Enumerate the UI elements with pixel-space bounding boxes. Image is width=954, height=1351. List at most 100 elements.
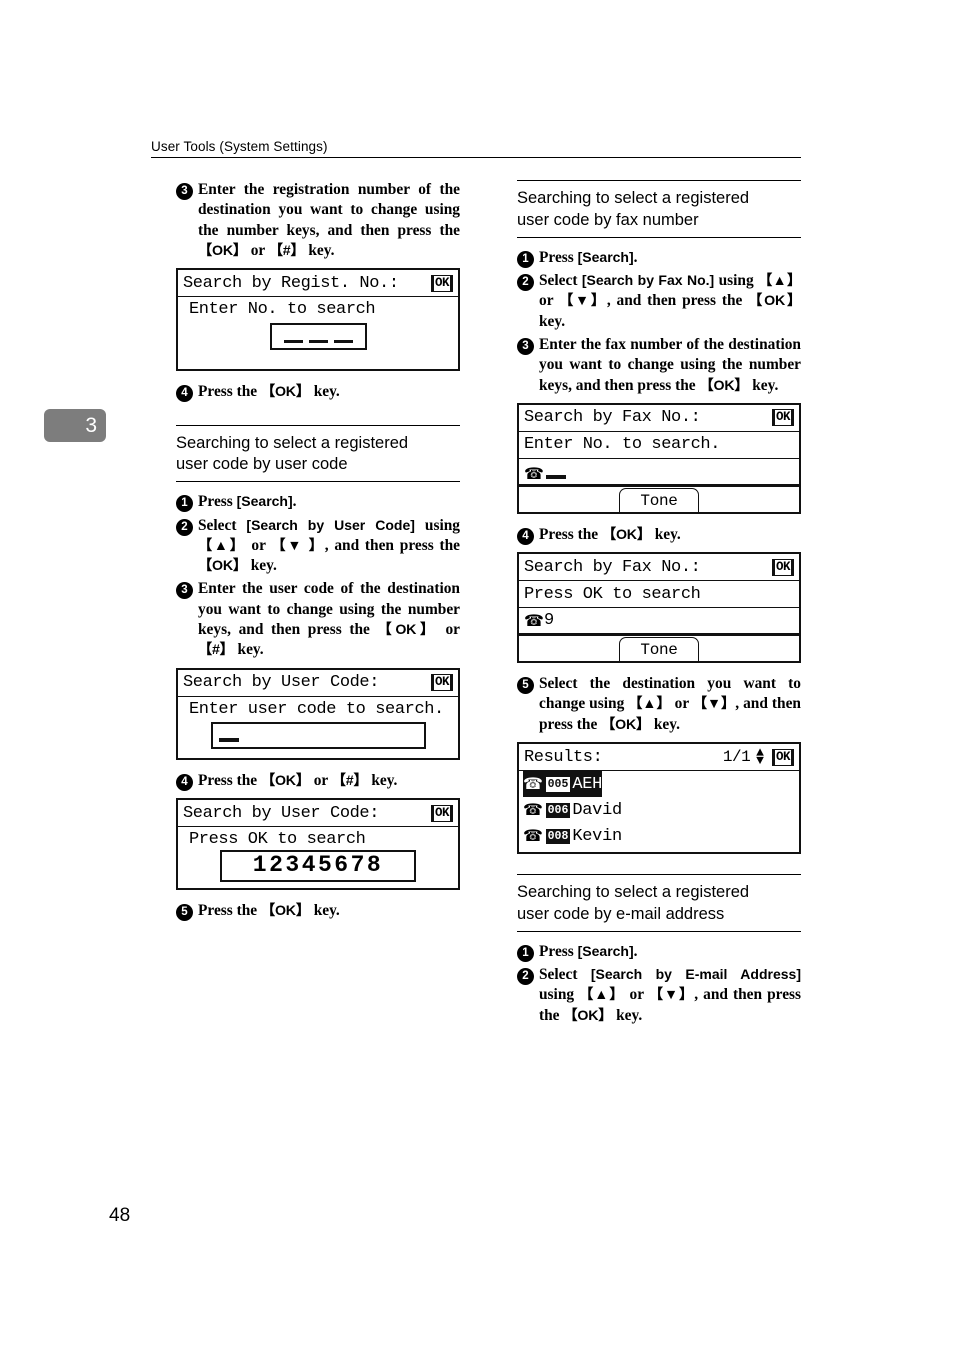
section-title: Searching to select a registered user co… (517, 882, 801, 931)
input-cursor (545, 475, 566, 479)
step-text: Press the 【OK】 key. (198, 901, 460, 921)
running-head-text: User Tools (System Settings) (151, 139, 328, 154)
key-down-arrow: 【▼】 (648, 987, 695, 1004)
step-text-or: or (245, 536, 272, 554)
step-text-end: key. (612, 1006, 643, 1024)
result-row[interactable]: ☎ 006 David (519, 797, 799, 823)
lcd-search-by-user-code-entry: Search by User Code: OK Enter user code … (176, 667, 460, 760)
chapter-tab-number: 3 (85, 413, 97, 437)
step-text-mid2: , and then press the (606, 292, 749, 310)
phone-icon: ☎ (524, 463, 544, 483)
lcd-prompt: Enter No. to search. (524, 435, 721, 455)
lcd-ok-button[interactable]: OK (771, 748, 794, 766)
step-number: 5 (517, 677, 534, 695)
lcd-input-field[interactable] (269, 323, 367, 351)
section-rule (176, 481, 460, 483)
key-hash: 【#】 (331, 772, 368, 789)
step-text: Enter the registration number of the des… (198, 180, 460, 261)
step-text-or: or (309, 771, 332, 789)
step-item: 5 Press the 【OK】 key. (176, 901, 460, 922)
step-text-end: key. (309, 383, 340, 401)
step-text-end: . (633, 942, 638, 960)
input-placeholder-dash (283, 339, 303, 344)
lcd-value-field: 12345678 (220, 850, 416, 883)
step-text-part: Select (539, 966, 591, 983)
key-ok: 【OK】 (198, 558, 247, 575)
lcd-softkey-row: Tone (519, 635, 799, 662)
step-text-or: or (437, 621, 460, 639)
step-text: Enter the user code of the destination y… (198, 579, 460, 660)
result-row-selected[interactable]: ☎ 005 AEH (523, 771, 602, 798)
lcd-ok-button[interactable]: OK (771, 558, 794, 576)
results-row-wrapper: ☎ 005 AEH (519, 771, 799, 798)
step-text-part: Press the (198, 383, 261, 401)
key-down-arrow: 【▼ 】 (271, 537, 325, 554)
lcd-title-row: Search by User Code: OK (178, 670, 458, 697)
ui-key-search: [Search] (577, 248, 634, 265)
key-ok: 【OK】 (563, 1007, 613, 1024)
softkey-tone[interactable]: Tone (619, 637, 699, 662)
lcd-title: Search by User Code: (183, 673, 380, 693)
step-text: Enter the fax number of the destination … (539, 335, 801, 396)
step-text-part: Select (198, 516, 247, 534)
result-name: David (572, 800, 622, 820)
step-text-or: or (624, 986, 649, 1004)
section-title: Searching to select a registered user co… (176, 433, 460, 482)
lcd-title: Search by Regist. No.: (183, 273, 399, 293)
step-text-end: key. (233, 641, 264, 659)
step-text: Select the destination you want to chang… (539, 674, 801, 735)
lcd-ok-button[interactable]: OK (771, 409, 794, 427)
lcd-user-code-value: 12345678 (252, 851, 384, 878)
softkey-tone[interactable]: Tone (619, 487, 699, 512)
step-text: Press the 【OK】 key. (198, 382, 460, 402)
step-text: Press [Search]. (539, 942, 801, 962)
lcd-prompt: Press OK to search (524, 584, 701, 604)
step-number: 1 (517, 944, 534, 962)
lcd-search-by-fax-no-result: Search by Fax No.: OK Press OK to search… (517, 552, 801, 664)
running-header: User Tools (System Settings) (151, 139, 801, 158)
step-text: Press the 【OK】 key. (539, 525, 801, 545)
section-rule (517, 930, 801, 932)
lcd-ok-button[interactable]: OK (430, 674, 453, 692)
lcd-search-by-fax-no-entry: Search by Fax No.: OK Enter No. to searc… (517, 402, 801, 514)
step-text-end: key. (304, 241, 335, 259)
key-ok: 【OK】 (699, 377, 749, 394)
lcd-input-field[interactable] (210, 721, 426, 749)
key-ok: 【OK】 (198, 242, 247, 259)
step-text-end: key. (539, 312, 566, 330)
step-text-part: Press (539, 248, 578, 266)
step-number: 3 (176, 183, 193, 200)
step-text-or: or (539, 292, 560, 310)
section-title-line: Searching to select a registered (517, 189, 750, 207)
page-number: 48 (109, 1205, 131, 1226)
lcd-search-by-regist-no: Search by Regist. No.: OK Enter No. to s… (176, 268, 460, 372)
lcd-title-row: Search by Fax No.: OK (519, 554, 799, 582)
step-item: 1 Press [Search]. (517, 942, 801, 962)
step-text-part: Press the (198, 902, 261, 920)
step-text-part: Press (539, 942, 578, 960)
key-up-arrow: 【▲】 (198, 537, 246, 554)
ui-key-search: [Search] (236, 493, 293, 510)
lcd-body: Enter No. to search (178, 297, 458, 355)
lcd-ok-button[interactable]: OK (430, 804, 453, 822)
step-item: 3 Enter the user code of the destination… (176, 579, 460, 660)
lcd-fax-value-row: ☎ 9 (519, 608, 799, 636)
step-item: 2 Select [Search by E-mail Address] usin… (517, 965, 801, 1026)
step-item: 2 Select [Search by User Code] using 【▲】… (176, 516, 460, 577)
step-text-end: . (633, 248, 638, 266)
step-text-end: . (292, 493, 297, 511)
section-user-code: Searching to select a registered user co… (176, 424, 460, 483)
result-row[interactable]: ☎ 008 Kevin (519, 823, 799, 849)
lcd-fax-input-row[interactable]: ☎ (519, 459, 799, 486)
step-text-end: key. (367, 771, 398, 789)
step-item: 4 Press the 【OK】 key. (517, 525, 801, 545)
lcd-ok-button[interactable]: OK (430, 274, 453, 292)
lcd-title: Search by Fax No.: (524, 408, 701, 428)
key-ok: 【OK】 (260, 384, 310, 401)
step-text-part: Press (198, 493, 237, 511)
section-fax-number: Searching to select a registered user co… (517, 180, 801, 238)
step-text-or: or (246, 241, 269, 259)
ui-key-search: [Search] (577, 942, 634, 959)
step-number: 5 (176, 904, 193, 922)
step-item: 1 Press [Search]. (176, 492, 460, 513)
